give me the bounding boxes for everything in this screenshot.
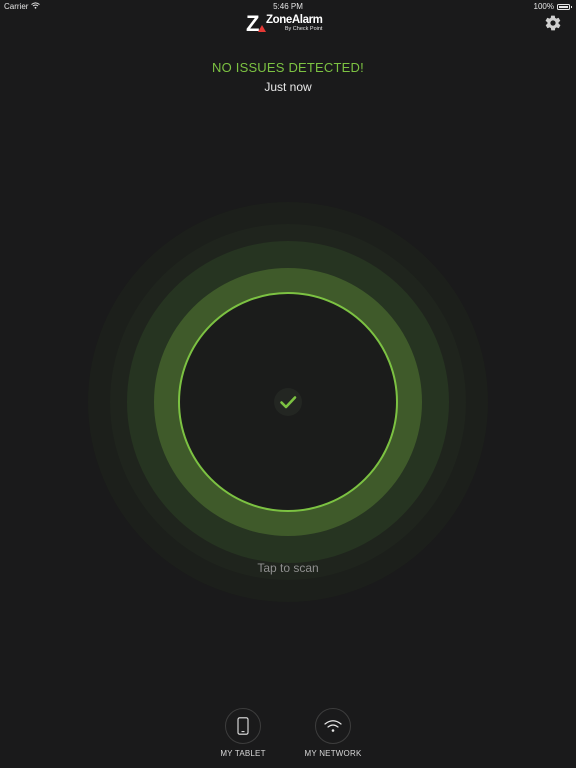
battery-icon (557, 3, 572, 10)
logo-z-mark: Z (246, 13, 266, 35)
gear-icon (545, 15, 561, 31)
status-time: 5:46 PM (273, 2, 303, 11)
last-scan-time: Just now (264, 80, 312, 94)
my-network-label: MY NETWORK (304, 749, 362, 758)
logo-name: ZoneAlarm (266, 14, 323, 26)
settings-button[interactable] (544, 14, 562, 32)
battery-percent: 100% (533, 2, 554, 11)
tap-to-scan-label[interactable]: Tap to scan (0, 561, 576, 575)
app-screen: Carrier 5:46 PM 100% Z ZoneAlarm By Chec… (0, 0, 576, 768)
network-icon-circle (315, 708, 351, 744)
wifi-icon (324, 720, 342, 732)
logo-subtitle: By Check Point (284, 26, 323, 32)
bottom-nav: MY TABLET MY NETWORK (0, 708, 576, 760)
tablet-icon (237, 717, 249, 735)
status-bar: Carrier 5:46 PM 100% (0, 0, 576, 12)
zonealarm-logo: Z ZoneAlarm By Check Point (246, 13, 323, 35)
check-icon (274, 388, 302, 416)
scan-result-headline: NO ISSUES DETECTED! (212, 60, 364, 75)
battery-group: 100% (533, 2, 572, 11)
scan-button[interactable] (88, 202, 488, 602)
my-tablet-button[interactable]: MY TABLET (203, 708, 283, 758)
tablet-icon-circle (225, 708, 261, 744)
my-tablet-label: MY TABLET (220, 749, 266, 758)
my-network-button[interactable]: MY NETWORK (293, 708, 373, 758)
